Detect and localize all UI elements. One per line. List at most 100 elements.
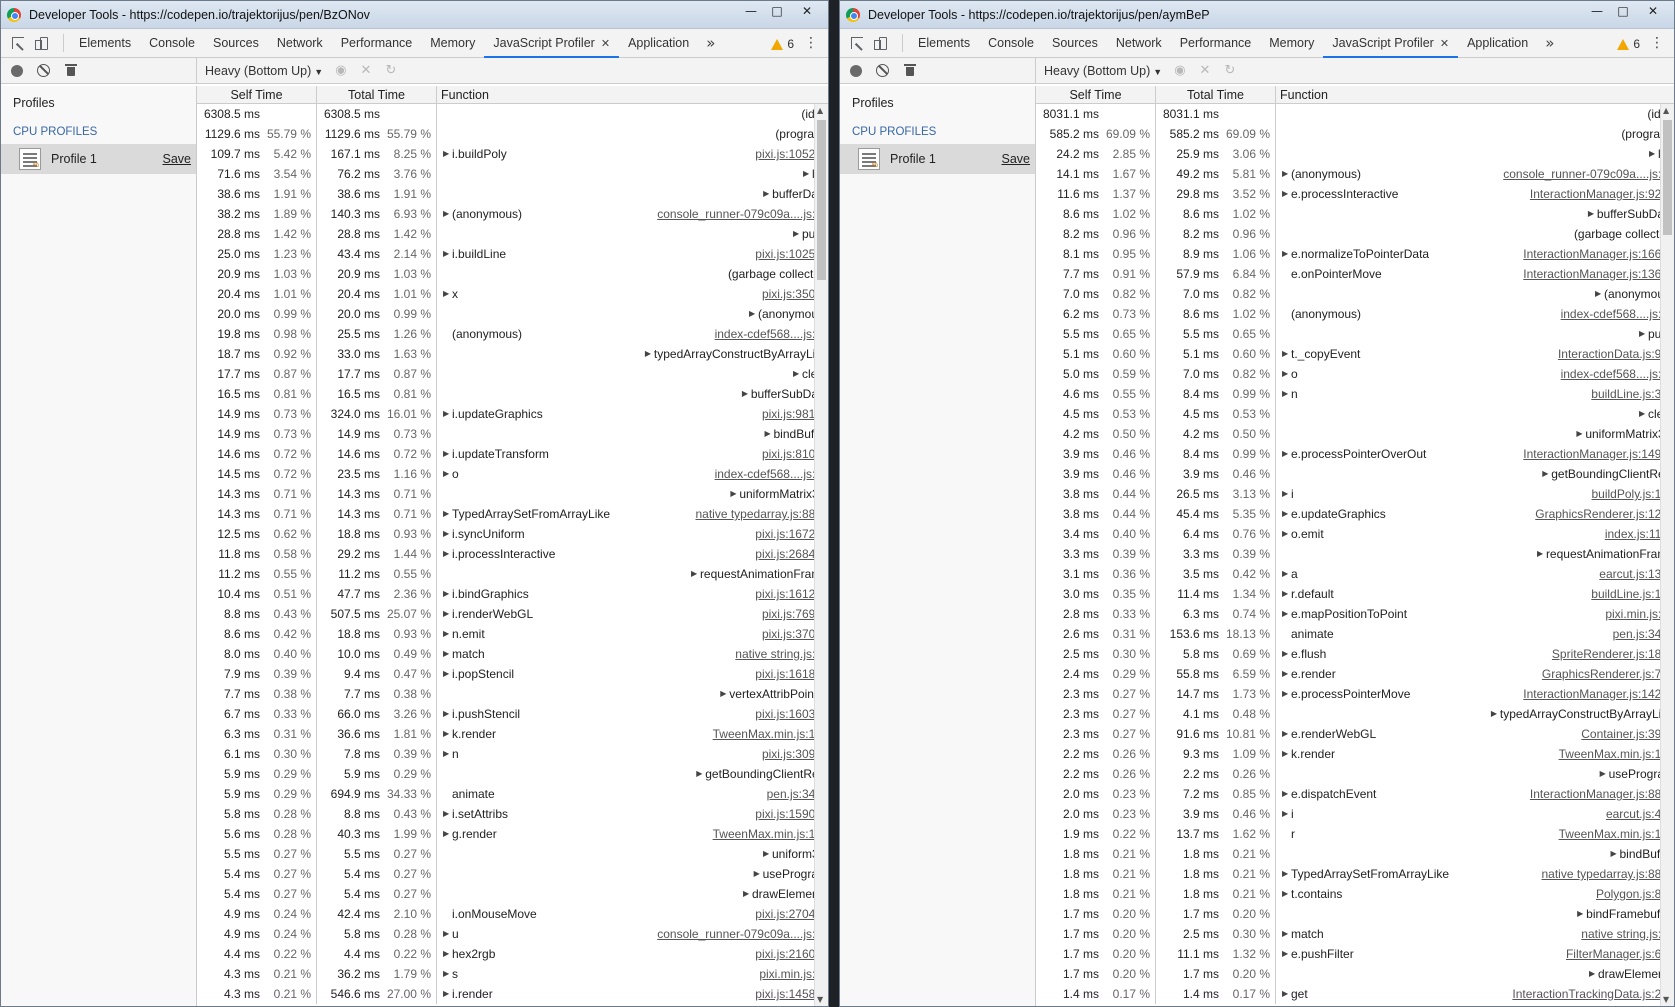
source-link[interactable]: GraphicsRenderer.js:73 — [1542, 664, 1674, 684]
table-row[interactable]: 585.2 ms 69.09 % 585.2 ms 69.09 % (program) — [1036, 124, 1674, 144]
record-icon[interactable] — [850, 64, 862, 77]
expand-triangle-icon[interactable]: ▶ — [793, 224, 802, 244]
source-link[interactable]: InteractionManager.js:1420 — [1523, 684, 1674, 704]
expand-triangle-icon[interactable]: ▶ — [1282, 804, 1291, 824]
table-row[interactable]: 109.7 ms 5.42 % 167.1 ms 8.25 % ▶ i.buildPoly… — [197, 144, 828, 164]
view-mode-select[interactable]: Heavy (Bottom Up) ▼ — [1044, 64, 1162, 78]
table-row[interactable]: 11.2 ms 0.55 % 11.2 ms 0.55 % ▶ requestAnimat… — [197, 564, 828, 584]
expand-triangle-icon[interactable]: ▶ — [1639, 324, 1648, 344]
table-row[interactable]: 4.9 ms 0.24 % 42.4 ms 2.10 % i.onMouseMove pi… — [197, 904, 828, 924]
save-profile-link[interactable]: Save — [163, 152, 192, 166]
expand-triangle-icon[interactable]: ▶ — [443, 524, 452, 544]
source-link[interactable]: TweenMax.min.js:16 — [1559, 824, 1674, 844]
expand-triangle-icon[interactable]: ▶ — [443, 664, 452, 684]
close-tab-icon[interactable]: ✕ — [1440, 37, 1449, 50]
table-row[interactable]: 8.6 ms 0.42 % 18.8 ms 0.93 % ▶ n.emit pixi.js:… — [197, 624, 828, 644]
expand-triangle-icon[interactable]: ▶ — [1282, 684, 1291, 704]
expand-triangle-icon[interactable]: ▶ — [1282, 924, 1291, 944]
expand-triangle-icon[interactable]: ▶ — [443, 284, 452, 304]
scrollbar-thumb[interactable] — [1663, 120, 1672, 235]
table-row[interactable]: 17.7 ms 0.87 % 17.7 ms 0.87 % ▶clear — [197, 364, 828, 384]
table-row[interactable]: 16.5 ms 0.81 % 16.5 ms 0.81 % ▶ bufferSubData — [197, 384, 828, 404]
table-row[interactable]: 1.7 ms 0.20 % 1.7 ms 0.20 % ▶ drawElements — [1036, 964, 1674, 984]
focus-icon[interactable]: ◉ — [335, 63, 346, 78]
save-profile-link[interactable]: Save — [1002, 152, 1031, 166]
expand-triangle-icon[interactable]: ▶ — [443, 544, 452, 564]
source-link[interactable]: native typedarray.js:880 — [695, 504, 828, 524]
tab-performance[interactable]: Performance — [332, 29, 422, 57]
expand-triangle-icon[interactable]: ▶ — [749, 304, 758, 324]
table-row[interactable]: 6.1 ms 0.30 % 7.8 ms 0.39 % ▶ n pixi.js:3093 — [197, 744, 828, 764]
expand-triangle-icon[interactable]: ▶ — [754, 864, 763, 884]
source-link[interactable]: index-cdef568....js:3 — [1561, 364, 1674, 384]
focus-icon[interactable]: ◉ — [1174, 63, 1185, 78]
table-row[interactable]: 8.8 ms 0.43 % 507.5 ms 25.07 % ▶ i.renderWebG… — [197, 604, 828, 624]
expand-triangle-icon[interactable]: ▶ — [1282, 184, 1291, 204]
table-row[interactable]: 5.6 ms 0.28 % 40.3 ms 1.99 % ▶ g.render TweenM… — [197, 824, 828, 844]
expand-triangle-icon[interactable]: ▶ — [1491, 704, 1500, 724]
table-row[interactable]: 28.8 ms 1.42 % 28.8 ms 1.42 % ▶push — [197, 224, 828, 244]
tab-memory[interactable]: Memory — [421, 29, 484, 57]
expand-triangle-icon[interactable]: ▶ — [443, 584, 452, 604]
restore-icon[interactable]: ↻ — [1224, 63, 1235, 78]
source-link[interactable]: InteractionTrackingData.js:28 — [1512, 984, 1674, 1004]
inspect-element-icon[interactable] — [5, 29, 31, 57]
expand-triangle-icon[interactable]: ▶ — [730, 484, 739, 504]
table-row[interactable]: 7.7 ms 0.38 % 7.7 ms 0.38 % ▶ vertexAttribPoi… — [197, 684, 828, 704]
table-row[interactable]: 10.4 ms 0.51 % 47.7 ms 2.36 % ▶ i.bindGraphic… — [197, 584, 828, 604]
total-time-header[interactable]: Total Time — [1156, 86, 1276, 103]
table-row[interactable]: 2.6 ms 0.31 % 153.6 ms 18.13 % animate pen.js… — [1036, 624, 1674, 644]
trash-icon[interactable] — [65, 64, 78, 77]
table-row[interactable]: 7.9 ms 0.39 % 9.4 ms 0.47 % ▶ i.popStencil pix… — [197, 664, 828, 684]
table-row[interactable]: 1.8 ms 0.21 % 1.8 ms 0.21 % ▶ t.contains Polyg… — [1036, 884, 1674, 904]
device-toolbar-icon[interactable] — [31, 29, 57, 57]
tab-javascript-profiler[interactable]: JavaScript Profiler ✕ — [1323, 29, 1458, 58]
table-row[interactable]: 7.0 ms 0.82 % 7.0 ms 0.82 % ▶ (anonymous) — [1036, 284, 1674, 304]
table-row[interactable]: 3.9 ms 0.46 % 8.4 ms 0.99 % ▶ e.processPointe… — [1036, 444, 1674, 464]
expand-triangle-icon[interactable]: ▶ — [443, 744, 452, 764]
table-row[interactable]: 3.8 ms 0.44 % 45.4 ms 5.35 % ▶ e.updateGraphi… — [1036, 504, 1674, 524]
tab-application[interactable]: Application — [1458, 29, 1537, 57]
expand-triangle-icon[interactable]: ▶ — [1589, 964, 1598, 984]
expand-triangle-icon[interactable]: ▶ — [443, 504, 452, 524]
expand-triangle-icon[interactable]: ▶ — [1282, 164, 1291, 184]
table-row[interactable]: 6.3 ms 0.31 % 36.6 ms 1.81 % ▶ k.render TweenM… — [197, 724, 828, 744]
expand-triangle-icon[interactable]: ▶ — [443, 404, 452, 424]
source-link[interactable]: InteractionManager.js:922 — [1530, 184, 1674, 204]
expand-triangle-icon[interactable]: ▶ — [1282, 344, 1291, 364]
table-row[interactable]: 14.9 ms 0.73 % 324.0 ms 16.01 % ▶ i.updateGra… — [197, 404, 828, 424]
expand-triangle-icon[interactable]: ▶ — [1282, 484, 1291, 504]
scroll-down-icon[interactable]: ▼ — [1663, 995, 1669, 1004]
table-row[interactable]: 4.2 ms 0.50 % 4.2 ms 0.50 % ▶ uniformMatrix3f… — [1036, 424, 1674, 444]
record-icon[interactable] — [11, 64, 23, 77]
table-row[interactable]: 2.3 ms 0.27 % 4.1 ms 0.48 % ▶ typedArrayConst… — [1036, 704, 1674, 724]
vertical-scrollbar[interactable]: ▲ ▼ — [814, 104, 828, 1006]
source-link[interactable]: TweenMax.min.js:16 — [713, 824, 828, 844]
table-row[interactable]: 24.2 ms 2.85 % 25.9 ms 3.06 % ▶log — [1036, 144, 1674, 164]
expand-triangle-icon[interactable]: ▶ — [443, 244, 452, 264]
table-row[interactable]: 2.5 ms 0.30 % 5.8 ms 0.69 % ▶ e.flush SpriteRe… — [1036, 644, 1674, 664]
clear-all-icon[interactable] — [876, 64, 889, 77]
tab-sources[interactable]: Sources — [1043, 29, 1107, 57]
expand-triangle-icon[interactable]: ▶ — [1282, 784, 1291, 804]
function-header[interactable]: Function — [437, 86, 828, 103]
expand-triangle-icon[interactable]: ▶ — [443, 924, 452, 944]
source-link[interactable]: index-cdef568....js:3 — [715, 464, 828, 484]
expand-triangle-icon[interactable]: ▶ — [1542, 464, 1551, 484]
tab-elements[interactable]: Elements — [909, 29, 979, 57]
table-row[interactable]: 8031.1 ms 8031.1 ms (idle) — [1036, 104, 1674, 124]
expand-triangle-icon[interactable]: ▶ — [1595, 284, 1604, 304]
expand-triangle-icon[interactable]: ▶ — [1282, 564, 1291, 584]
source-link[interactable]: InteractionManager.js:1495 — [1523, 444, 1674, 464]
table-row[interactable]: 2.3 ms 0.27 % 91.6 ms 10.81 % ▶ e.renderWebGL… — [1036, 724, 1674, 744]
close-tab-icon[interactable]: ✕ — [601, 37, 610, 50]
table-row[interactable]: 2.4 ms 0.29 % 55.8 ms 6.59 % ▶ e.render Graphi… — [1036, 664, 1674, 684]
title-bar[interactable]: Developer Tools - https://codepen.io/tra… — [840, 1, 1674, 29]
source-link[interactable]: FilterManager.js:60 — [1566, 944, 1674, 964]
table-row[interactable]: 8.2 ms 0.96 % 8.2 ms 0.96 % (garbage collect… — [1036, 224, 1674, 244]
table-row[interactable]: 5.0 ms 0.59 % 7.0 ms 0.82 % ▶ o index-cdef568.… — [1036, 364, 1674, 384]
table-row[interactable]: 20.4 ms 1.01 % 20.4 ms 1.01 % ▶ x pixi.js:3502 — [197, 284, 828, 304]
expand-triangle-icon[interactable]: ▶ — [742, 384, 751, 404]
table-row[interactable]: 8.6 ms 1.02 % 8.6 ms 1.02 % ▶ bufferSubData — [1036, 204, 1674, 224]
table-row[interactable]: 1.7 ms 0.20 % 1.7 ms 0.20 % ▶ bindFramebuffer — [1036, 904, 1674, 924]
